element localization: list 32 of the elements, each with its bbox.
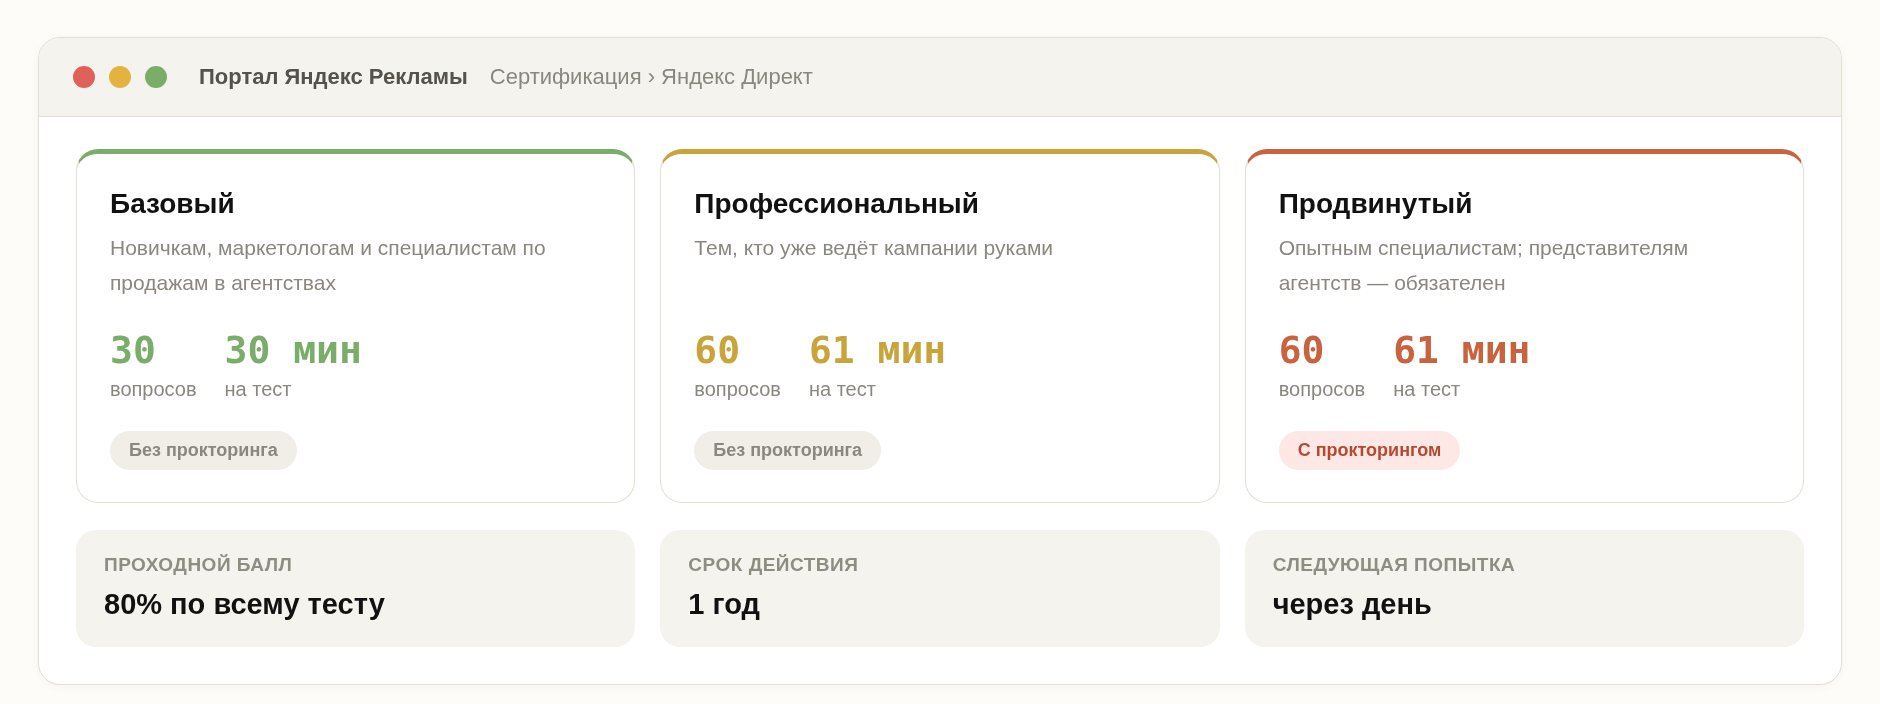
proctoring-badge: Без прокторинга xyxy=(694,431,882,470)
question-label: вопросов xyxy=(110,378,197,401)
question-count: 30 xyxy=(110,328,157,372)
duration-label: на тест xyxy=(224,378,293,401)
fact-label: СРОК ДЕЙСТВИЯ xyxy=(688,554,860,576)
minimize-dot-icon[interactable] xyxy=(109,66,131,88)
close-dot-icon[interactable] xyxy=(73,66,95,88)
level-description: Тем, кто уже ведёт кампании руками xyxy=(694,235,1055,261)
fact-label: ПРОХОДНОЙ БАЛЛ xyxy=(104,554,294,576)
level-title: Профессиональный xyxy=(694,188,980,220)
breadcrumb: Сертификация › Яндекс Директ xyxy=(489,64,813,90)
question-label: вопросов xyxy=(1278,378,1366,401)
window-title: Портал Яндекс Рекламы xyxy=(199,64,468,90)
level-title: Базовый xyxy=(110,188,236,220)
duration-value: 61 мин xyxy=(1393,328,1531,372)
fact-value: через день xyxy=(1272,588,1433,621)
proctoring-badge: Без прокторинга xyxy=(110,431,297,470)
question-count: 60 xyxy=(1278,328,1326,372)
fact-label: СЛЕДУЮЩАЯ ПОПЫТКА xyxy=(1272,554,1517,576)
level-description: Опытным специалистам; представителям агентств — обязателен xyxy=(1278,235,1690,296)
question-count: 60 xyxy=(694,328,742,372)
fact-value: 80% по всему тесту xyxy=(104,588,386,621)
fact-value: 1 год xyxy=(688,588,761,621)
proctoring-badge: С прокторингом xyxy=(1278,431,1461,470)
level-title: Продвинутый xyxy=(1278,188,1474,220)
duration-value: 30 мин xyxy=(224,328,362,372)
duration-label: на тест xyxy=(808,378,877,401)
question-label: вопросов xyxy=(694,378,781,401)
duration-label: на тест xyxy=(1393,378,1462,401)
level-description: Новичкам, маркетологам и специалистам по продажам в агентствах xyxy=(110,235,547,296)
duration-value: 61 мин xyxy=(808,328,947,372)
maximize-dot-icon[interactable] xyxy=(145,66,167,88)
